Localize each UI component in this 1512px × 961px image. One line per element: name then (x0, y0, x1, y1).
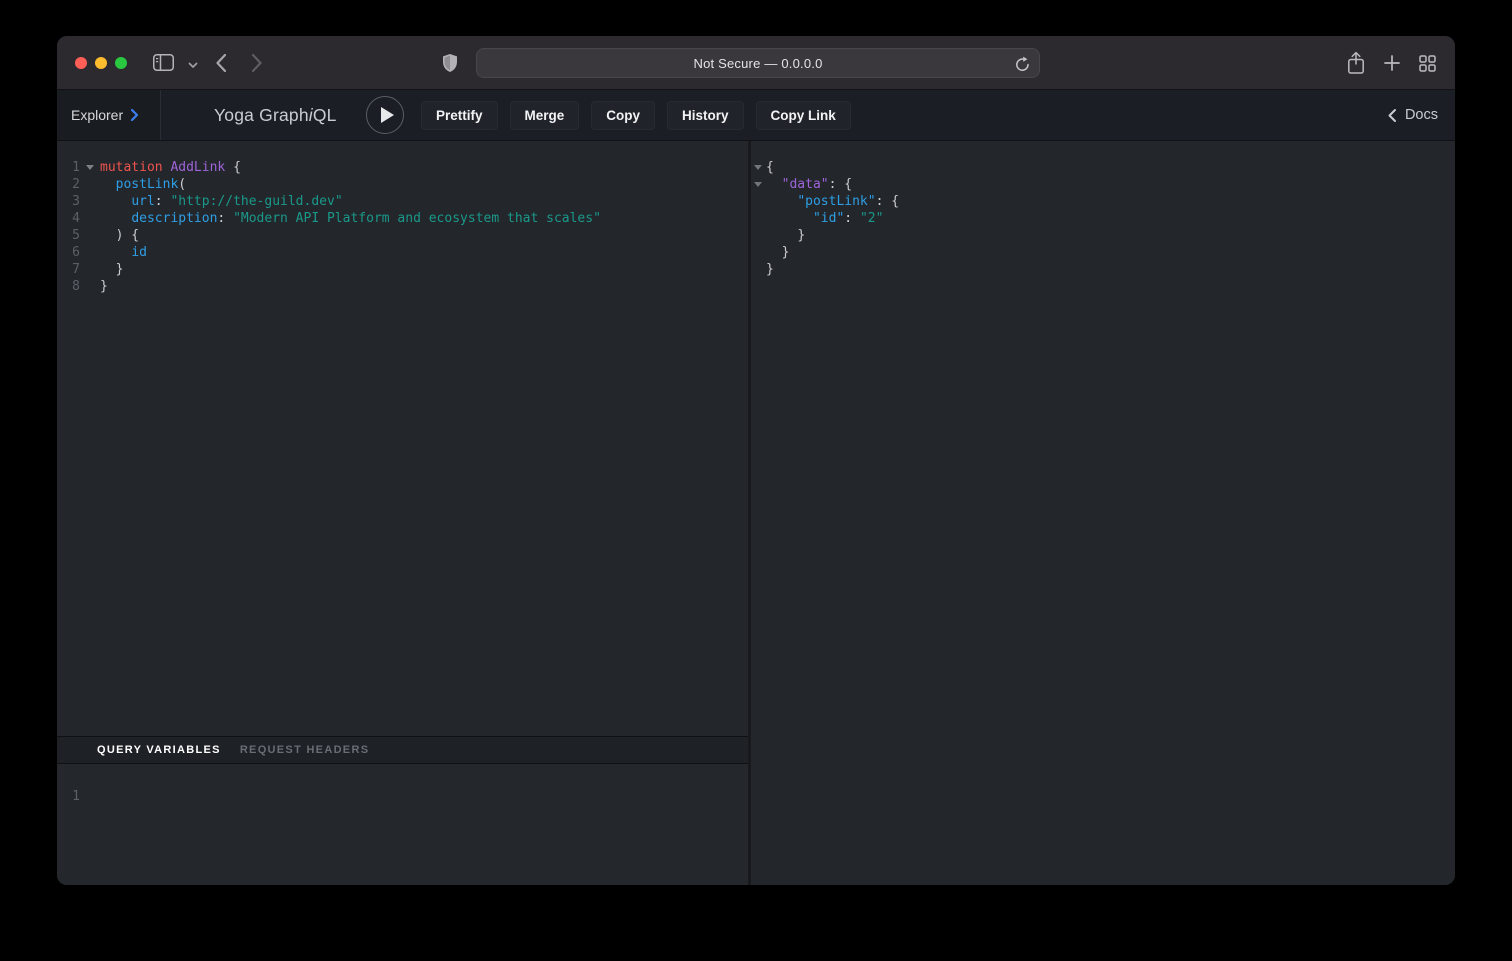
merge-button[interactable]: Merge (510, 101, 580, 130)
code-text: "postLink": { (766, 193, 899, 210)
reload-icon[interactable] (1015, 56, 1030, 73)
code-text: ) { (100, 227, 139, 244)
line-number: 4 (57, 210, 80, 227)
tab-overview-icon[interactable] (1419, 55, 1436, 72)
execute-query-button[interactable] (366, 96, 404, 134)
toolbar-buttons: Prettify Merge Copy History Copy Link (421, 101, 851, 130)
line-number: 2 (57, 176, 80, 193)
line-number: 1 (57, 159, 80, 176)
back-button-icon[interactable] (215, 53, 227, 73)
response-pane: { "data": { "postLink": { "id": "2" } }} (751, 141, 1455, 885)
fold-arrow-icon[interactable] (751, 176, 766, 193)
code-text: id (100, 244, 147, 261)
code-line: "postLink": { (751, 193, 1455, 210)
code-line: 3 url: "http://the-guild.dev" (57, 193, 748, 210)
fold-spacer (80, 176, 100, 193)
traffic-zoom-button[interactable] (115, 57, 127, 69)
fold-arrow-icon[interactable] (80, 159, 100, 176)
code-line: 6 id (57, 244, 748, 261)
code-text: } (100, 261, 123, 278)
play-icon (381, 107, 394, 123)
new-tab-icon[interactable] (1384, 55, 1400, 71)
code-line: } (751, 261, 1455, 278)
code-line: 2 postLink( (57, 176, 748, 193)
code-text: description: "Modern API Platform and ec… (100, 210, 601, 227)
fold-spacer (80, 278, 100, 295)
copy-button[interactable]: Copy (591, 101, 655, 130)
code-line: 1 mutation AddLink { (57, 159, 748, 176)
fold-spacer (751, 261, 766, 278)
history-button[interactable]: History (667, 101, 744, 130)
code-text: postLink( (100, 176, 186, 193)
code-line: 7 } (57, 261, 748, 278)
fold-spacer (80, 193, 100, 210)
explorer-toggle[interactable]: Explorer (57, 90, 161, 140)
line-number: 1 (57, 788, 80, 805)
fold-spacer (80, 261, 100, 278)
docs-toggle[interactable]: Docs (1387, 90, 1438, 140)
line-number: 3 (57, 193, 80, 210)
code-line: "id": "2" (751, 210, 1455, 227)
sidebar-toggle-icon[interactable] (153, 54, 174, 71)
tab-request-headers[interactable]: REQUEST HEADERS (240, 744, 370, 756)
explorer-label: Explorer (71, 107, 123, 123)
traffic-close-button[interactable] (75, 57, 87, 69)
code-text: } (766, 261, 774, 278)
code-text: } (766, 244, 789, 261)
code-line: 1 (57, 788, 748, 805)
address-bar[interactable]: Not Secure — 0.0.0.0 (476, 48, 1040, 78)
sidebar-dropdown-chevron-icon[interactable] (188, 62, 198, 69)
code-text: url: "http://the-guild.dev" (100, 193, 343, 210)
code-text: { (766, 159, 774, 176)
prettify-button[interactable]: Prettify (421, 101, 498, 130)
line-number: 8 (57, 278, 80, 295)
browser-chrome: Not Secure — 0.0.0.0 (57, 36, 1455, 90)
code-text: } (100, 278, 108, 295)
line-number: 7 (57, 261, 80, 278)
code-text: } (766, 227, 805, 244)
code-line: } (751, 244, 1455, 261)
tab-query-variables[interactable]: QUERY VARIABLES (97, 744, 221, 756)
docs-chevron-left-icon (1387, 108, 1397, 123)
line-number: 6 (57, 244, 80, 261)
page-title: Yoga GraphiQL (214, 90, 337, 140)
query-editor[interactable]: 1mutation AddLink {2 postLink(3 url: "ht… (57, 141, 748, 736)
docs-label: Docs (1405, 107, 1438, 123)
code-line: { (751, 159, 1455, 176)
code-line: "data": { (751, 176, 1455, 193)
forward-button-icon[interactable] (251, 53, 263, 73)
query-pane: 1mutation AddLink {2 postLink(3 url: "ht… (57, 141, 748, 885)
query-variables-editor[interactable]: 1 (57, 764, 748, 885)
code-line: 8} (57, 278, 748, 295)
explorer-chevron-icon (130, 108, 139, 122)
fold-spacer (80, 244, 100, 261)
fold-spacer (80, 788, 100, 805)
traffic-minimize-button[interactable] (95, 57, 107, 69)
line-number: 5 (57, 227, 80, 244)
code-text: "data": { (766, 176, 852, 193)
fold-spacer (80, 227, 100, 244)
code-line: 5 ) { (57, 227, 748, 244)
graphiql-toolbar: Explorer Yoga GraphiQL Prettify Merge Co… (57, 90, 1455, 141)
browser-window: Not Secure — 0.0.0.0 Explorer (57, 36, 1455, 885)
code-text: mutation AddLink { (100, 159, 241, 176)
code-line: } (751, 227, 1455, 244)
code-text: "id": "2" (766, 210, 883, 227)
workspace: 1mutation AddLink {2 postLink(3 url: "ht… (57, 141, 1455, 885)
fold-spacer (751, 210, 766, 227)
share-icon[interactable] (1347, 51, 1365, 75)
fold-spacer (80, 210, 100, 227)
fold-spacer (751, 227, 766, 244)
address-text: Not Secure — 0.0.0.0 (693, 56, 822, 71)
copy-link-button[interactable]: Copy Link (756, 101, 851, 130)
fold-spacer (751, 193, 766, 210)
response-viewer[interactable]: { "data": { "postLink": { "id": "2" } }} (751, 141, 1455, 278)
variables-tab-bar: QUERY VARIABLES REQUEST HEADERS (57, 736, 748, 764)
code-line: 4 description: "Modern API Platform and … (57, 210, 748, 227)
privacy-shield-icon[interactable] (442, 53, 458, 73)
fold-spacer (751, 244, 766, 261)
fold-arrow-icon[interactable] (751, 159, 766, 176)
